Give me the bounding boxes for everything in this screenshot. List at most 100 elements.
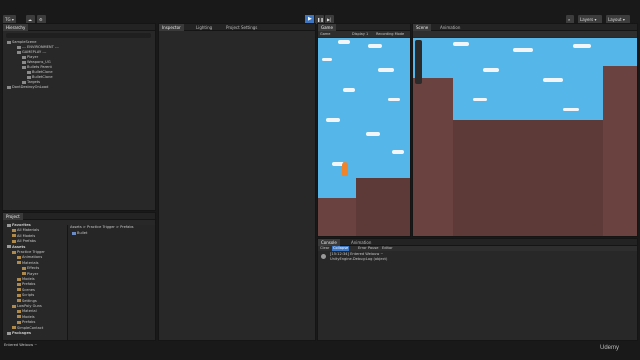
player-character <box>342 162 348 176</box>
editor-dropdown[interactable]: Editor <box>382 246 393 251</box>
project-tree-item[interactable]: Models <box>17 277 35 282</box>
game-viewport[interactable] <box>318 38 410 236</box>
gameobject-icon <box>27 70 31 74</box>
project-tree-item[interactable]: Models <box>17 315 35 320</box>
hierarchy-panel: Hierarchy SampleScene --- ENVIRONMENT ---… <box>2 23 156 211</box>
scene-view-panel: Scene Animation <box>412 23 638 237</box>
asset-item[interactable]: Bullet <box>72 231 87 236</box>
tab-animation-console[interactable]: Animation <box>348 239 374 246</box>
gameobject-icon <box>22 60 26 64</box>
cloud <box>483 68 499 72</box>
folder-icon <box>12 326 16 330</box>
folder-icon <box>12 234 16 238</box>
folder-icon <box>22 266 26 270</box>
inspector-panel: Inspector Lighting Project Settings <box>158 23 316 341</box>
tab-animation[interactable]: Animation <box>437 24 463 31</box>
wall-block <box>603 66 637 236</box>
gameobject-icon <box>7 40 11 44</box>
error-pause-button[interactable]: Error Pause <box>358 246 378 251</box>
project-tree-item[interactable]: Assets <box>7 245 25 250</box>
cloud <box>338 40 350 44</box>
project-tree-item[interactable]: Materials <box>17 261 38 266</box>
project-tree-item[interactable]: Prefabs <box>17 282 35 287</box>
folder-icon <box>12 239 16 243</box>
recording-mode-dropdown[interactable]: Recording Mode <box>376 32 404 36</box>
cloud <box>473 98 487 101</box>
main-toolbar: TG ▾ ☁ ⚙ ▶ ❚❚ ▶| ⌕ Layers ▾ Layout ▾ <box>0 0 640 24</box>
folder-icon <box>17 261 21 265</box>
tab-game[interactable]: Game <box>318 24 336 31</box>
project-tree-item[interactable]: Material <box>17 309 37 314</box>
cloud <box>513 48 533 52</box>
tab-console[interactable]: Console <box>318 239 340 246</box>
tab-project-settings[interactable]: Project Settings <box>223 24 260 31</box>
gameobject-icon <box>22 80 26 84</box>
project-tree-item[interactable]: Favorites <box>7 223 31 228</box>
folder-icon <box>22 272 26 276</box>
tab-hierarchy[interactable]: Hierarchy <box>3 24 29 31</box>
ground-block <box>318 198 358 236</box>
cloud <box>322 58 332 61</box>
cloud <box>326 118 340 122</box>
project-tree-item[interactable]: All Models <box>12 234 35 239</box>
project-tree-item[interactable]: Effects <box>22 266 39 271</box>
game-display-dropdown[interactable]: Game <box>320 32 330 36</box>
status-text: Entered Weiouw ~ <box>4 343 38 347</box>
folder-icon <box>7 331 11 335</box>
prefab-icon <box>72 231 76 235</box>
tab-project[interactable]: Project <box>3 213 23 220</box>
gameobject-icon <box>17 45 21 49</box>
folder-icon <box>17 255 21 259</box>
project-tree-item[interactable]: Player <box>22 272 38 277</box>
project-tree-item[interactable]: Animations <box>17 255 42 260</box>
cloud <box>378 68 394 72</box>
project-tree-item[interactable]: All Materials <box>12 228 39 233</box>
cloud <box>388 98 400 101</box>
gameobject-icon <box>7 85 11 89</box>
game-toolbar: Game Display 1 Recording Mode <box>318 31 410 37</box>
hierarchy-search-input[interactable] <box>6 33 151 38</box>
udemy-watermark: Udemy <box>600 345 620 351</box>
collapse-button[interactable]: Collapse <box>332 246 350 251</box>
cloud <box>573 44 591 48</box>
clear-button[interactable]: Clear <box>320 246 329 251</box>
folder-icon <box>12 228 16 232</box>
project-tree-item[interactable]: All Prefabs <box>12 239 36 244</box>
folder-icon <box>7 245 11 249</box>
project-tree-item[interactable]: Packages <box>7 331 31 336</box>
folder-icon <box>12 304 16 308</box>
cloud <box>543 78 563 82</box>
folder-icon <box>17 277 21 281</box>
project-tree-item[interactable]: SimpleContact <box>12 326 43 331</box>
scene-tools-overlay[interactable] <box>415 40 422 84</box>
console-log-stack: UnityEngine.Debug:Log (object) <box>330 257 388 261</box>
hierarchy-item[interactable]: DontDestroyOnLoad <box>7 85 48 90</box>
cloud <box>368 44 382 48</box>
gameobject-icon <box>27 75 31 79</box>
display-dropdown[interactable]: Display 1 <box>352 32 368 36</box>
console-toolbar: Clear Collapse Error Pause Editor <box>318 246 637 251</box>
folder-icon <box>17 293 21 297</box>
breadcrumb[interactable]: Assets > Practice Trigger > Prefabs <box>70 225 134 230</box>
project-tree-item[interactable]: Practice Trigger <box>12 250 45 255</box>
project-tree-item[interactable]: LowPoly Guns <box>12 304 42 309</box>
project-tree-item[interactable]: Scripts <box>17 293 34 298</box>
ground-block <box>453 120 603 236</box>
ground-block <box>356 178 410 236</box>
project-panel: Project Favorites All Materials All Models… <box>2 212 156 341</box>
tab-scene[interactable]: Scene <box>413 24 432 31</box>
project-tree-item[interactable]: Prefabs <box>17 320 35 325</box>
cloud <box>563 108 579 111</box>
scene-viewport[interactable] <box>413 38 637 236</box>
gameobject-icon <box>17 50 21 54</box>
project-tree-item[interactable]: Settings <box>17 299 37 304</box>
project-tree-item[interactable]: Scenes <box>17 288 35 293</box>
folder-icon <box>17 299 21 303</box>
folder-icon <box>17 315 21 319</box>
wall-block <box>413 78 453 236</box>
tab-inspector[interactable]: Inspector <box>159 24 184 31</box>
cloud <box>392 150 404 154</box>
folder-icon <box>17 282 21 286</box>
info-icon <box>321 254 326 259</box>
tab-lighting[interactable]: Lighting <box>193 24 215 31</box>
